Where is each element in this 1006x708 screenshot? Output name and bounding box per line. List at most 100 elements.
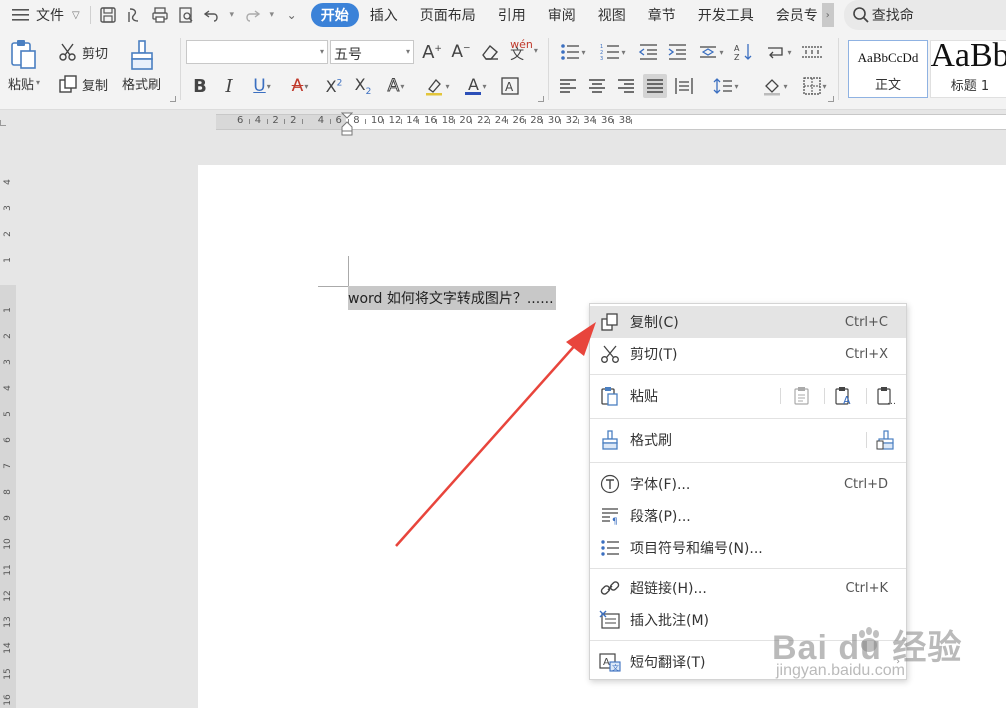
divider bbox=[866, 388, 867, 404]
tab-view[interactable]: 视图 bbox=[587, 0, 637, 30]
clear-format-icon[interactable] bbox=[478, 40, 502, 64]
format-painter-button[interactable]: 格式刷 bbox=[122, 38, 161, 93]
copy-label: 复制 bbox=[82, 78, 109, 94]
font-color-icon[interactable]: A ▾ bbox=[460, 74, 492, 98]
format-painter-repeat-icon[interactable] bbox=[876, 430, 896, 450]
table-of-contents-icon[interactable] bbox=[800, 40, 824, 64]
file-menu[interactable]: 文件 ▽ bbox=[0, 0, 86, 30]
group-launcher-icon[interactable] bbox=[170, 96, 176, 102]
ruler-tick-label: 15 bbox=[3, 668, 13, 680]
ruler-tick-label: 4 bbox=[317, 115, 325, 126]
ruler-tick-mark bbox=[542, 119, 544, 124]
print-icon[interactable] bbox=[147, 2, 173, 28]
tab-page-layout[interactable]: 页面布局 bbox=[409, 0, 487, 30]
crop-mark bbox=[318, 286, 348, 287]
justify-icon[interactable] bbox=[643, 74, 667, 98]
ruler-tick-label: 34 bbox=[583, 115, 597, 126]
redo-icon[interactable] bbox=[239, 2, 265, 28]
menu-item-format-painter[interactable]: 格式刷 bbox=[590, 424, 906, 456]
superscript-icon[interactable]: X2 bbox=[322, 74, 346, 98]
ruler-tick-mark bbox=[471, 119, 473, 124]
shortcut-label: Ctrl+K bbox=[845, 580, 888, 596]
line-spacing-icon[interactable]: ▾ bbox=[708, 74, 744, 98]
search-box[interactable]: 查找命 bbox=[843, 0, 1006, 30]
borders-icon[interactable]: ▾ bbox=[798, 74, 832, 98]
horizontal-ruler[interactable]: 6 4 2 2 4 6 8 10 12 14 16 18 20 22 24 26 28 30 32 34 36 38 bbox=[0, 110, 1006, 136]
pinyin-guide-icon[interactable]: wén 文 ▾ bbox=[507, 38, 541, 62]
tab-developer[interactable]: 开发工具 bbox=[687, 0, 765, 30]
tab-member[interactable]: 会员专 bbox=[765, 0, 822, 30]
style-normal[interactable]: AaBbCcDd 正文 bbox=[848, 40, 928, 98]
distributed-align-icon[interactable] bbox=[672, 74, 696, 98]
ruler-tick-mark bbox=[400, 119, 402, 124]
svg-text:A: A bbox=[734, 44, 740, 53]
svg-text:A: A bbox=[603, 657, 610, 668]
tab-review[interactable]: 审阅 bbox=[537, 0, 587, 30]
tab-references[interactable]: 引用 bbox=[487, 0, 537, 30]
menu-item-font[interactable]: 字体(F)... Ctrl+D bbox=[590, 468, 906, 500]
ruler-tick-mark bbox=[524, 119, 526, 124]
tab-chapter[interactable]: 章节 bbox=[637, 0, 687, 30]
menu-item-cut[interactable]: 剪切(T) Ctrl+X bbox=[590, 338, 906, 370]
menu-item-hyperlink[interactable]: 超链接(H)... Ctrl+K bbox=[590, 572, 906, 604]
menu-item-paste[interactable]: 粘贴 A … bbox=[590, 380, 906, 412]
align-left-icon[interactable] bbox=[556, 74, 580, 98]
ruler-tick-label: 1 bbox=[3, 257, 13, 263]
style-heading-1[interactable]: AaBb 标题 1 bbox=[930, 40, 1006, 98]
print-preview-icon[interactable] bbox=[173, 2, 199, 28]
numbering-icon[interactable]: 1 2 3 ▾ bbox=[596, 40, 630, 64]
undo-dropdown-icon[interactable]: ▾ bbox=[225, 2, 239, 28]
indent-marker[interactable] bbox=[340, 112, 354, 136]
shading-icon[interactable]: ▾ bbox=[758, 74, 792, 98]
paste-button[interactable]: 粘贴 ▾ bbox=[8, 38, 40, 93]
menu-item-copy[interactable]: 复制(C) Ctrl+C bbox=[590, 306, 906, 338]
subscript-icon[interactable]: X2 bbox=[351, 74, 375, 98]
font-name-select[interactable]: ▾ bbox=[186, 40, 328, 64]
vertical-ruler[interactable]: 4 3 2 1 1 2 3 4 5 6 7 8 9 10 11 12 13 14 15 16 bbox=[0, 165, 16, 708]
align-center-icon[interactable] bbox=[585, 74, 609, 98]
group-launcher-icon[interactable] bbox=[538, 96, 544, 102]
chevron-down-icon: ▾ bbox=[36, 78, 41, 87]
tab-insert[interactable]: 插入 bbox=[359, 0, 409, 30]
character-border-icon[interactable]: A bbox=[498, 74, 522, 98]
menu-item-label: 字体(F)... bbox=[630, 477, 691, 493]
chevron-down-icon: ▽ bbox=[72, 9, 80, 21]
italic-icon[interactable]: I bbox=[217, 74, 241, 98]
paste-keep-format-icon[interactable] bbox=[792, 386, 812, 406]
bold-icon[interactable]: B bbox=[188, 74, 212, 98]
group-launcher-icon[interactable] bbox=[828, 96, 834, 102]
underline-icon[interactable]: U ▾ bbox=[246, 74, 278, 98]
increase-indent-icon[interactable] bbox=[665, 40, 689, 64]
tab-home[interactable]: 开始 bbox=[310, 3, 359, 27]
font-size-select[interactable]: 五号 ▾ bbox=[330, 40, 414, 64]
more-tabs-button[interactable]: › bbox=[821, 3, 834, 27]
style-sample: AaBbCcDd bbox=[857, 50, 919, 65]
export-pdf-icon[interactable] bbox=[121, 2, 147, 28]
paste-special-icon[interactable]: … bbox=[876, 386, 896, 406]
grow-font-icon[interactable]: A+ bbox=[420, 40, 444, 64]
menu-item-label: 剪切(T) bbox=[630, 347, 678, 363]
decrease-indent-icon[interactable] bbox=[636, 40, 660, 64]
menu-item-bullets-numbering[interactable]: 项目符号和编号(N)... bbox=[590, 532, 906, 564]
highlight-icon[interactable]: ▾ bbox=[420, 74, 454, 98]
menu-item-paragraph[interactable]: ¶ 段落(P)... bbox=[590, 500, 906, 532]
menu-item-label: 超链接(H)... bbox=[630, 581, 707, 597]
ruler-tick-label: 4 bbox=[254, 115, 262, 126]
cut-button[interactable]: 剪切 bbox=[58, 40, 108, 64]
save-icon[interactable] bbox=[95, 2, 121, 28]
text-effect-icon[interactable]: A ▾ bbox=[380, 74, 412, 98]
redo-dropdown-icon[interactable]: ▾ bbox=[265, 2, 279, 28]
strikethrough-icon[interactable]: A ▾ bbox=[284, 74, 316, 98]
customize-quick-access-icon[interactable]: ⌄ bbox=[279, 2, 305, 28]
bullets-icon[interactable]: ▾ bbox=[556, 40, 590, 64]
selected-text[interactable]: word 如何将文字转成图片？...... bbox=[348, 286, 556, 310]
line-break-icon[interactable]: ▾ bbox=[762, 40, 796, 64]
shrink-font-icon[interactable]: A− bbox=[449, 40, 473, 64]
menu-bar: 文件 ▽ ▾ ▾ ⌄ 开始 插入 页面布局 引用 审阅 视图 章节 开发工具 会… bbox=[0, 0, 1006, 30]
paste-text-only-icon[interactable]: A bbox=[834, 386, 854, 406]
sort-icon[interactable]: AZ bbox=[732, 40, 756, 64]
undo-icon[interactable] bbox=[199, 2, 225, 28]
copy-button[interactable]: 复制 bbox=[58, 72, 108, 96]
chinese-layout-icon[interactable]: ▾ bbox=[694, 40, 728, 64]
align-right-icon[interactable] bbox=[614, 74, 638, 98]
